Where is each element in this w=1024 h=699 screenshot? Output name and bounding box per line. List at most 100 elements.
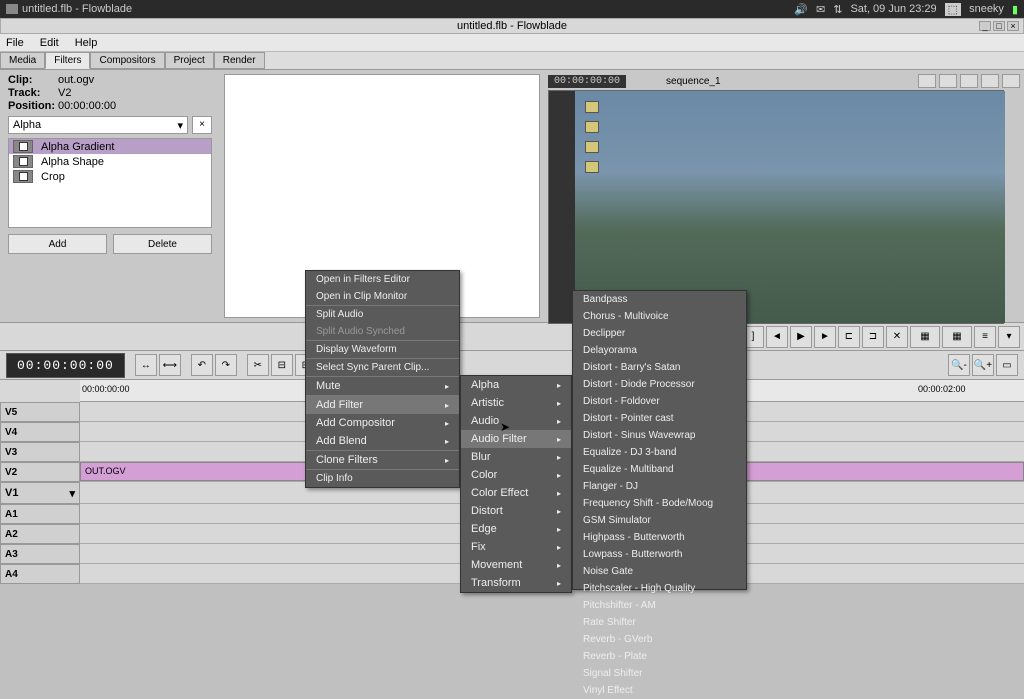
audio-filter-item[interactable]: Chorus - Multivoice xyxy=(573,308,746,325)
menu-edit[interactable]: Edit xyxy=(40,37,59,49)
filter-item[interactable]: Alpha Gradient xyxy=(9,139,211,154)
tool-button[interactable]: ⊟ xyxy=(271,354,293,376)
volume-icon[interactable]: 🔊 xyxy=(794,3,808,16)
tool-button[interactable]: ↔ xyxy=(135,354,157,376)
submenu-item[interactable]: Movement▸ xyxy=(461,556,571,574)
ctx-open-filters[interactable]: Open in Filters Editor xyxy=(306,271,459,288)
ctx-mute[interactable]: Mute▸ xyxy=(306,376,459,395)
mail-icon[interactable]: ✉ xyxy=(816,3,825,16)
submenu-item[interactable]: Edge▸ xyxy=(461,520,571,538)
ctx-add-blend[interactable]: Add Blend▸ xyxy=(306,432,459,450)
audio-filter-item[interactable]: Flanger - DJ xyxy=(573,478,746,495)
delete-button[interactable]: Delete xyxy=(113,234,212,254)
nav-icon[interactable] xyxy=(981,74,999,88)
audio-filter-item[interactable]: Declipper xyxy=(573,325,746,342)
nav-icon[interactable] xyxy=(960,74,978,88)
ctx-open-clip[interactable]: Open in Clip Monitor xyxy=(306,288,459,305)
menu-file[interactable]: File xyxy=(6,37,24,49)
username[interactable]: sneeky xyxy=(969,3,1004,15)
dropdown-button[interactable]: ▾ xyxy=(998,326,1020,348)
submenu-item[interactable]: Color Effect▸ xyxy=(461,484,571,502)
submenu-item[interactable]: Alpha▸ xyxy=(461,376,571,394)
in-button[interactable]: ⊏ xyxy=(838,326,860,348)
audio-filter-item[interactable]: Noise Gate xyxy=(573,563,746,580)
audio-filter-item[interactable]: Signal Shifter xyxy=(573,665,746,682)
nav-icon[interactable] xyxy=(918,74,936,88)
audio-filter-item[interactable]: GSM Simulator xyxy=(573,512,746,529)
zoom-in-button[interactable]: 🔍+ xyxy=(972,354,994,376)
audio-filter-item[interactable]: Distort - Sinus Wavewrap xyxy=(573,427,746,444)
track-header[interactable]: V4 xyxy=(0,422,80,442)
tab-compositors[interactable]: Compositors xyxy=(90,52,164,69)
preview-monitor[interactable] xyxy=(548,90,1004,324)
filter-checkbox[interactable] xyxy=(19,172,28,181)
ctx-split-audio[interactable]: Split Audio xyxy=(306,305,459,323)
submenu-item[interactable]: Distort▸ xyxy=(461,502,571,520)
audio-filter-item[interactable]: Lowpass - Butterworth xyxy=(573,546,746,563)
filter-category-select[interactable]: Alpha ▾ xyxy=(8,116,188,134)
audio-filter-item[interactable]: Distort - Diode Processor xyxy=(573,376,746,393)
audio-filter-item[interactable]: Distort - Pointer cast xyxy=(573,410,746,427)
audio-filter-item[interactable]: Pitchshifter - AM xyxy=(573,597,746,614)
submenu-item[interactable]: Color▸ xyxy=(461,466,571,484)
audio-filter-item[interactable]: Reverb - Plate xyxy=(573,648,746,665)
maximize-button[interactable]: □ xyxy=(993,21,1005,31)
audio-filter-item[interactable]: Equalize - DJ 3-band xyxy=(573,444,746,461)
menu-button[interactable]: ≡ xyxy=(974,326,996,348)
network-icon[interactable]: ⇅ xyxy=(833,3,842,16)
ctx-add-compositor[interactable]: Add Compositor▸ xyxy=(306,414,459,432)
tab-render[interactable]: Render xyxy=(214,52,265,69)
clear-marks-button[interactable]: ✕ xyxy=(886,326,908,348)
audio-filter-item[interactable]: Delayorama xyxy=(573,342,746,359)
redo-button[interactable]: ↷ xyxy=(215,354,237,376)
tool-button[interactable]: ⟷ xyxy=(159,354,181,376)
track-header[interactable]: A2 xyxy=(0,524,80,544)
prev-button[interactable]: ◄ xyxy=(766,326,788,348)
audio-filter-item[interactable]: Frequency Shift - Bode/Moog xyxy=(573,495,746,512)
filter-item[interactable]: Crop xyxy=(9,169,211,184)
filter-checkbox[interactable] xyxy=(19,142,28,151)
audio-filter-item[interactable]: Pitchscaler - High Quality xyxy=(573,580,746,597)
submenu-item[interactable]: Artistic▸ xyxy=(461,394,571,412)
submenu-item[interactable]: Fix▸ xyxy=(461,538,571,556)
track-header[interactable]: A4 xyxy=(0,564,80,584)
filter-item[interactable]: Alpha Shape xyxy=(9,154,211,169)
audio-filter-item[interactable]: Distort - Barry's Satan xyxy=(573,359,746,376)
submenu-item[interactable]: Audio▸ xyxy=(461,412,571,430)
filter-checkbox[interactable] xyxy=(19,157,28,166)
track-header[interactable]: A3 xyxy=(0,544,80,564)
tab-project[interactable]: Project xyxy=(165,52,214,69)
audio-filter-item[interactable]: Rate Shifter xyxy=(573,614,746,631)
audio-filter-item[interactable]: Reverb - GVerb xyxy=(573,631,746,648)
close-button[interactable]: × xyxy=(1007,21,1019,31)
cut-button[interactable]: ✂ xyxy=(247,354,269,376)
undo-button[interactable]: ↶ xyxy=(191,354,213,376)
ctx-clone-filters[interactable]: Clone Filters▸ xyxy=(306,450,459,469)
out-button[interactable]: ⊐ xyxy=(862,326,884,348)
display-icon[interactable]: ⬚ xyxy=(945,3,961,16)
ctx-display-wave[interactable]: Display Waveform xyxy=(306,340,459,358)
track-header[interactable]: V5 xyxy=(0,402,80,422)
track-header[interactable]: V3 xyxy=(0,442,80,462)
filter-list[interactable]: Alpha Gradient Alpha Shape Crop xyxy=(8,138,212,228)
next-button[interactable]: ► xyxy=(814,326,836,348)
submenu-item[interactable]: Transform▸ xyxy=(461,574,571,592)
zoom-out-button[interactable]: 🔍- xyxy=(948,354,970,376)
audio-filter-item[interactable]: Bandpass xyxy=(573,291,746,308)
filter-clear-button[interactable]: × xyxy=(192,116,212,134)
insert-button[interactable]: ▦ xyxy=(910,326,940,348)
audio-filter-item[interactable]: Vinyl Effect xyxy=(573,682,746,699)
nav-icon[interactable] xyxy=(1002,74,1020,88)
ctx-add-filter[interactable]: Add Filter▸ xyxy=(306,395,459,414)
zoom-fit-button[interactable]: ▭ xyxy=(996,354,1018,376)
tab-media[interactable]: Media xyxy=(0,52,45,69)
track-header[interactable]: V2 xyxy=(0,462,80,482)
track-header[interactable]: V1▾ xyxy=(0,482,80,504)
submenu-item[interactable]: Blur▸ xyxy=(461,448,571,466)
audio-filter-item[interactable]: Distort - Foldover xyxy=(573,393,746,410)
audio-filter-item[interactable]: Equalize - Multiband xyxy=(573,461,746,478)
play-button[interactable]: ▶ xyxy=(790,326,812,348)
add-button[interactable]: Add xyxy=(8,234,107,254)
audio-filter-item[interactable]: Highpass - Butterworth xyxy=(573,529,746,546)
minimize-button[interactable]: _ xyxy=(979,21,991,31)
